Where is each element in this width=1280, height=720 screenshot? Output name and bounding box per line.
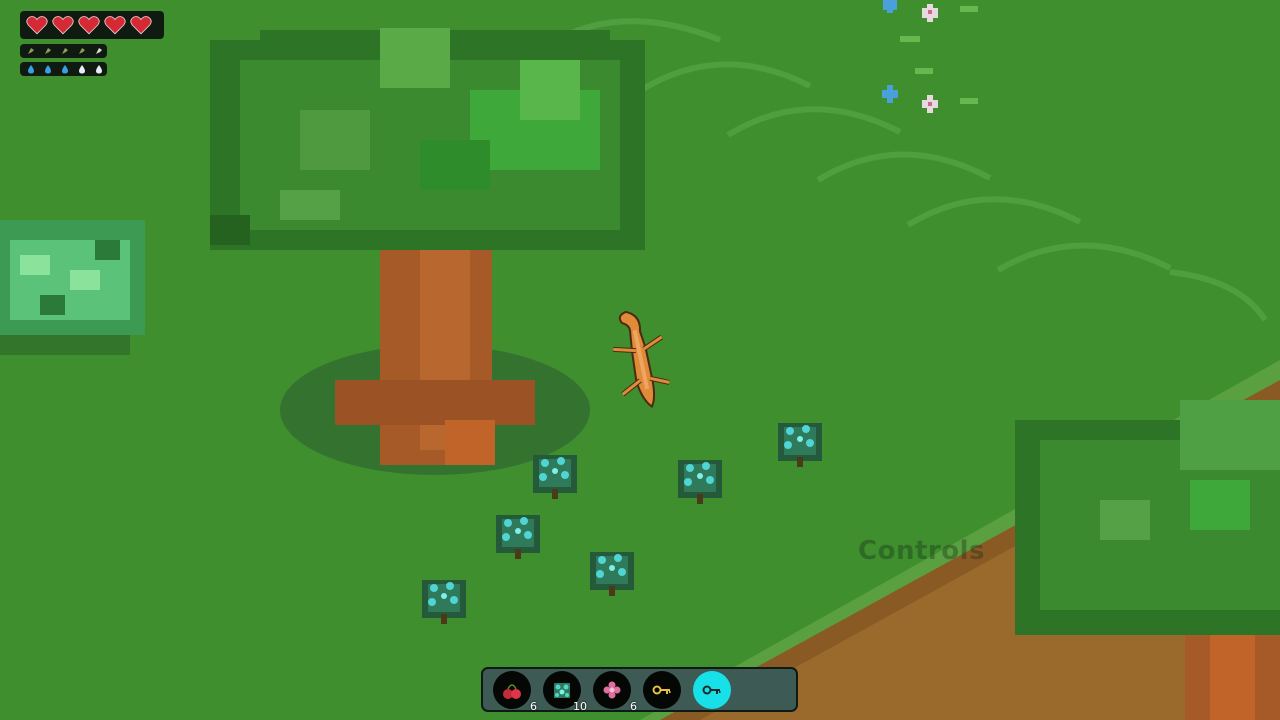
hotbar-slot-4[interactable] (643, 671, 681, 709)
key-icon (702, 685, 721, 695)
heart-icon (52, 16, 74, 35)
water-drop-icon (96, 65, 102, 74)
water-drop-icon (28, 65, 34, 74)
hotbar: 6 10 6 (481, 667, 798, 713)
water-drop-icon (45, 65, 51, 74)
heart-icon (78, 16, 100, 35)
berry-bush-4 (590, 552, 634, 596)
game-viewport[interactable]: Controls 6 10 6 (0, 0, 1280, 720)
item-count: 6 (630, 700, 637, 713)
item-count: 6 (530, 700, 537, 713)
health-bar (20, 11, 164, 39)
heart-icon (26, 16, 48, 35)
hunger-icon (79, 48, 85, 54)
berry-bush-icon (554, 683, 570, 698)
heart-icon (104, 16, 126, 35)
bush-left (0, 220, 145, 355)
berry-bush-6 (778, 423, 822, 467)
hunger-icon (62, 48, 68, 54)
hunger-icon (28, 48, 34, 54)
controls-label[interactable]: Controls (858, 536, 985, 566)
berry-bush-5 (678, 460, 722, 504)
berry-bush-1 (533, 455, 577, 499)
heart-icon (130, 16, 152, 35)
key-icon (652, 685, 671, 695)
hunger-bar (20, 44, 107, 58)
thirst-bar (20, 62, 107, 76)
flower-icon (603, 681, 621, 699)
berry-bush-2 (496, 515, 540, 559)
hotbar-slot-2[interactable]: 10 (543, 671, 587, 713)
water-drop-icon (79, 65, 85, 74)
hotbar-slot-3[interactable]: 6 (593, 671, 637, 713)
hotbar-slot-1[interactable]: 6 (493, 671, 537, 713)
hunger-icon (96, 48, 102, 54)
water-drop-icon (62, 65, 68, 74)
cherry-icon (503, 684, 521, 699)
item-count: 10 (573, 700, 587, 713)
hunger-icon (45, 48, 51, 54)
hotbar-slot-5[interactable] (693, 671, 731, 709)
world-scene (0, 0, 1280, 720)
berry-bush-3 (422, 580, 466, 624)
